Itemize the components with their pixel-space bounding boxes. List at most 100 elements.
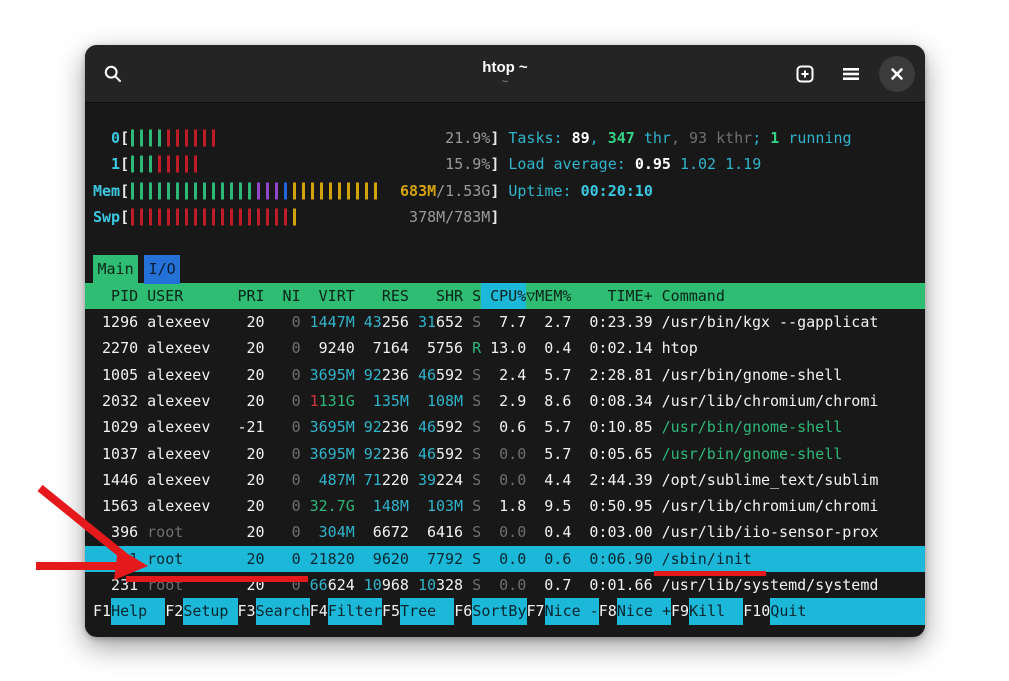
process-row[interactable]: 2032alexeev2001131G135M108MS2.98.60:08.3… bbox=[85, 388, 925, 414]
text-segment: 9240 bbox=[319, 339, 355, 357]
process-row[interactable]: 2270alexeev200924071645756R13.00.40:02.1… bbox=[85, 335, 925, 361]
cell-res: 7164 bbox=[364, 335, 409, 361]
text-segment: 0 bbox=[292, 576, 301, 594]
column-header-virt[interactable]: VIRT bbox=[310, 283, 355, 309]
column-header-user[interactable]: USER bbox=[147, 283, 228, 309]
text-segment: Load average: bbox=[508, 155, 634, 173]
fkey-f9[interactable]: F9Kill bbox=[671, 598, 743, 624]
cell-shr: 103M bbox=[418, 493, 463, 519]
process-row[interactable]: 1446alexeev200487M7122039224S0.04.42:44.… bbox=[85, 467, 925, 493]
text-segment: 592 bbox=[436, 366, 463, 384]
fkey-f6[interactable]: F6SortBy bbox=[454, 598, 526, 624]
cell-cpu: 2.9 bbox=[481, 388, 526, 414]
meter-bar bbox=[185, 130, 188, 147]
menu-button[interactable] bbox=[833, 56, 869, 92]
fkey-f8[interactable]: F8Nice + bbox=[599, 598, 671, 624]
cell-res: 71220 bbox=[364, 467, 409, 493]
process-row[interactable]: 1296alexeev2001447M4325631652S7.72.70:23… bbox=[85, 309, 925, 335]
meter-bar-area: 15.9% bbox=[129, 151, 490, 177]
text-segment: 1563 bbox=[102, 497, 138, 515]
text-segment: 20 bbox=[246, 366, 264, 384]
tab-main[interactable]: Main bbox=[93, 255, 138, 283]
meter-value: 15.9% bbox=[445, 151, 490, 177]
column-header-pri[interactable]: PRI bbox=[237, 283, 264, 309]
function-key-bar: F1Help F2Setup F3SearchF4FilterF5Tree F6… bbox=[85, 598, 925, 624]
text-segment: 0.4 bbox=[544, 523, 571, 541]
text-segment: 378M/783M bbox=[409, 208, 490, 226]
text-segment: 3695M bbox=[310, 445, 355, 463]
text-segment: 0:05.65 bbox=[589, 445, 652, 463]
text-segment: 0 bbox=[292, 366, 301, 384]
text-segment: S bbox=[472, 497, 481, 515]
fkey-label: Search bbox=[256, 598, 310, 624]
cell-ni: 0 bbox=[274, 441, 301, 467]
cell-res: 148M bbox=[364, 493, 409, 519]
process-row[interactable]: 1root2002182096207792S0.00.60:06.90/sbin… bbox=[85, 546, 925, 572]
process-table: 1296alexeev2001447M4325631652S7.72.70:23… bbox=[85, 309, 925, 598]
meter-bar bbox=[338, 182, 341, 199]
text-segment: 2270 bbox=[102, 339, 138, 357]
text-segment: 108M bbox=[427, 392, 463, 410]
process-row[interactable]: 231root200666241096810328S0.00.70:01.66/… bbox=[85, 572, 925, 598]
stats-line: Tasks: 89, 347 thr, 93 kthr; 1 running bbox=[508, 125, 851, 151]
cell-cmd: /usr/bin/gnome-shell bbox=[662, 441, 925, 467]
window-subtitle: ~ bbox=[502, 76, 508, 89]
process-row[interactable]: 1029alexeev-2103695M9223646592S0.65.70:1… bbox=[85, 414, 925, 440]
fkey-f3[interactable]: F3Search bbox=[238, 598, 310, 624]
column-header-cmd[interactable]: Command bbox=[662, 283, 925, 309]
cell-ni: 0 bbox=[274, 388, 301, 414]
meter-bar bbox=[230, 182, 233, 199]
tab-i-o[interactable]: I/O bbox=[144, 255, 180, 283]
fkey-f4[interactable]: F4Filter bbox=[310, 598, 382, 624]
new-tab-button[interactable] bbox=[787, 56, 823, 92]
meter-label: Swp bbox=[93, 204, 120, 230]
cell-pri: 20 bbox=[237, 572, 264, 598]
text-segment: 9.5 bbox=[544, 497, 571, 515]
fkey-f2[interactable]: F2Setup bbox=[165, 598, 237, 624]
cell-pid: 1446 bbox=[93, 467, 138, 493]
meter-bar bbox=[176, 130, 179, 147]
window-title: htop ~ bbox=[482, 59, 527, 76]
text-segment: 46 bbox=[418, 418, 436, 436]
text-segment: 46 bbox=[418, 366, 436, 384]
text-segment: alexeev bbox=[147, 313, 210, 331]
process-row[interactable]: 1563alexeev20032.7G148M103MS1.89.50:50.9… bbox=[85, 493, 925, 519]
fkey-f10[interactable]: F10Quit bbox=[743, 598, 925, 624]
text-segment: 2.4 bbox=[499, 366, 526, 384]
text-segment: 0 bbox=[292, 445, 301, 463]
text-segment: 1.02 bbox=[680, 155, 725, 173]
cell-res: 92236 bbox=[364, 441, 409, 467]
text-segment: 32.7G bbox=[310, 497, 355, 515]
column-header-time[interactable]: TIME+ bbox=[580, 283, 652, 309]
column-header-res[interactable]: RES bbox=[364, 283, 409, 309]
process-row[interactable]: 1005alexeev2003695M9223646592S2.45.72:28… bbox=[85, 362, 925, 388]
fkey-label: Nice + bbox=[617, 598, 671, 624]
cell-shr: 10328 bbox=[418, 572, 463, 598]
cell-cpu: 0.0 bbox=[481, 519, 526, 545]
process-row[interactable]: 1037alexeev2003695M9223646592S0.05.70:05… bbox=[85, 441, 925, 467]
fkey-f5[interactable]: F5Tree bbox=[382, 598, 454, 624]
fkey-f7[interactable]: F7Nice - bbox=[527, 598, 599, 624]
process-row[interactable]: 396root200304M66726416S0.00.40:03.00/usr… bbox=[85, 519, 925, 545]
cell-pid: 396 bbox=[93, 519, 138, 545]
column-header-ni[interactable]: NI bbox=[274, 283, 301, 309]
column-header-cpu[interactable]: CPU% bbox=[481, 283, 526, 309]
close-button[interactable] bbox=[879, 56, 915, 92]
text-segment: alexeev bbox=[147, 366, 210, 384]
text-segment: alexeev bbox=[147, 471, 210, 489]
column-header-s[interactable]: S bbox=[472, 283, 481, 309]
fkey-f1[interactable]: F1Help bbox=[93, 598, 165, 624]
text-segment: 92 bbox=[364, 366, 382, 384]
text-segment: root bbox=[147, 550, 183, 568]
fkey-number: F5 bbox=[382, 598, 400, 624]
cell-s: S bbox=[472, 414, 481, 440]
text-segment: 6416 bbox=[427, 523, 463, 541]
text-segment: 20 bbox=[246, 550, 264, 568]
column-header-pid[interactable]: PID bbox=[93, 283, 138, 309]
cell-time: 0:10.85 bbox=[580, 414, 652, 440]
text-segment: thr bbox=[635, 129, 671, 147]
search-button[interactable] bbox=[95, 56, 131, 92]
text-segment: 396 bbox=[111, 523, 138, 541]
column-header-mem[interactable]: MEM% bbox=[535, 283, 571, 309]
column-header-shr[interactable]: SHR bbox=[418, 283, 463, 309]
